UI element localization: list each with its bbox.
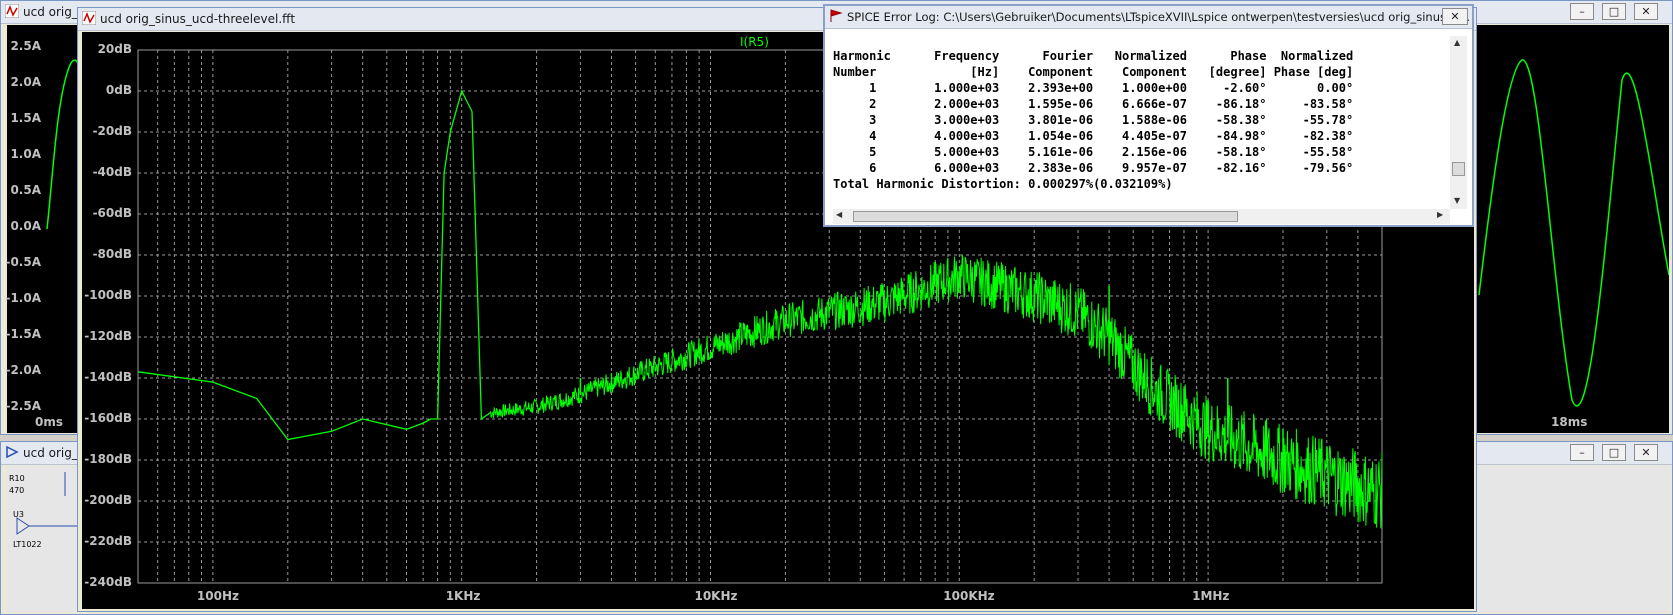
close-button[interactable]: ✕ [1634, 444, 1658, 461]
minimize-button[interactable]: – [1570, 444, 1594, 461]
scroll-left-arrow-icon[interactable]: ◀ [836, 210, 842, 219]
schematic-wires [16, 472, 87, 535]
error-log-title: SPICE Error Log: C:\Users\Gebruiker\Docu… [847, 10, 1470, 24]
h-scrollbar-thumb[interactable] [853, 211, 1238, 222]
scrollbar-thumb[interactable] [1452, 162, 1465, 176]
table-row: 3 3.000e+03 3.801e-06 1.588e-06 -58.38° … [833, 113, 1354, 127]
scroll-down-arrow-icon[interactable]: ▼ [1454, 196, 1460, 205]
table-row: 1 1.000e+03 2.393e+00 1.000e+00 -2.60° 0… [833, 81, 1354, 95]
minimize-button[interactable]: – [1570, 3, 1594, 20]
ltspice-schematic-icon [6, 445, 19, 459]
waveform-window-title: ucd orig_ [23, 5, 78, 19]
error-log-titlebar[interactable]: SPICE Error Log: C:\Users\Gebruiker\Docu… [825, 6, 1472, 29]
table-header-row: Number [Hz] Component Component [degree]… [833, 65, 1354, 79]
table-row: 6 6.000e+03 2.383e-06 9.957e-07 -82.16° … [833, 161, 1354, 175]
harmonic-table: Harmonic Frequency Fourier Normalized Ph… [833, 48, 1353, 192]
close-button[interactable]: ✕ [1442, 8, 1468, 25]
ltspice-log-icon [830, 9, 843, 22]
error-log-window[interactable]: SPICE Error Log: C:\Users\Gebruiker\Docu… [823, 4, 1474, 227]
thd-summary: Total Harmonic Distortion: 0.000297%(0.0… [833, 177, 1173, 191]
waveform-trace-right [1478, 59, 1669, 407]
schematic-window-title: ucd orig_ [23, 446, 78, 460]
error-log-content[interactable]: Harmonic Frequency Fourier Normalized Ph… [833, 48, 1448, 198]
ltspice-waveform-icon [5, 4, 19, 18]
fft-window-title: ucd orig_sinus_ucd-threelevel.fft [100, 12, 296, 26]
vertical-scrollbar[interactable]: ▲ ▼ [1450, 36, 1467, 209]
maximize-button[interactable]: □ [1602, 444, 1626, 461]
close-button[interactable]: ✕ [1634, 3, 1658, 20]
ltspice-waveform-icon [82, 11, 96, 25]
horizontal-scrollbar[interactable]: ◀ ▶ [833, 209, 1450, 224]
table-row: 2 2.000e+03 1.595e-06 6.666e-07 -86.18° … [833, 97, 1354, 111]
scroll-up-arrow-icon[interactable]: ▲ [1454, 38, 1460, 47]
maximize-button[interactable]: □ [1602, 3, 1626, 20]
scroll-right-arrow-icon[interactable]: ▶ [1437, 210, 1443, 219]
table-row: 4 4.000e+03 1.054e-06 4.405e-07 -84.98° … [833, 129, 1354, 143]
table-header-row: Harmonic Frequency Fourier Normalized Ph… [833, 49, 1354, 63]
table-row: 5 5.000e+03 5.161e-06 2.156e-06 -58.18° … [833, 145, 1354, 159]
